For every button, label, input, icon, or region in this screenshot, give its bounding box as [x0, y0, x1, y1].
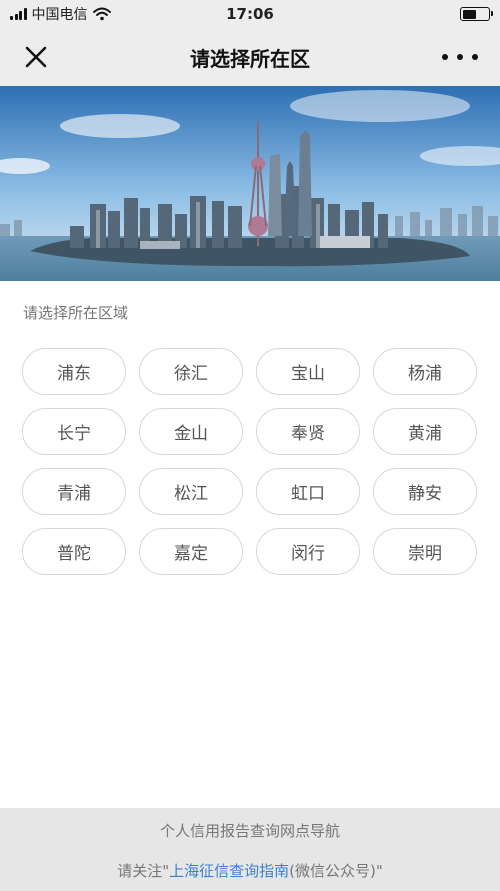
- battery-fill: [462, 9, 477, 19]
- wechat-account-link[interactable]: 上海征信查询指南: [169, 862, 289, 880]
- footer: 个人信用报告查询网点导航 请关注"上海征信查询指南(微信公众号)": [0, 808, 500, 891]
- footer-prefix: 请关注": [117, 862, 170, 880]
- district-button[interactable]: 长宁: [22, 408, 126, 455]
- section-label: 请选择所在区域: [23, 304, 129, 322]
- city-skyline-image: [0, 86, 500, 281]
- carrier-label: 中国电信: [31, 7, 88, 23]
- district-button[interactable]: 奉贤: [256, 408, 360, 455]
- status-time: 17:06: [226, 5, 274, 23]
- district-button[interactable]: 青浦: [22, 468, 126, 515]
- district-grid: 浦东 徐汇 宝山 杨浦长宁 金山 奉贤 黄浦青浦 松江 虹口 静安普陀 嘉定 闵行 崇明: [22, 348, 478, 575]
- footer-title: 个人信用报告查询网点导航: [159, 822, 340, 840]
- district-button[interactable]: 嘉定: [139, 528, 243, 575]
- battery-icon: [460, 7, 493, 21]
- status-bar: 中国电信 17:06: [0, 0, 500, 28]
- district-button[interactable]: 黄浦: [373, 408, 477, 455]
- close-icon[interactable]: [22, 43, 50, 71]
- status-left: 中国电信: [10, 4, 111, 24]
- district-button[interactable]: 闵行: [256, 528, 360, 575]
- district-button[interactable]: 虹口: [256, 468, 360, 515]
- district-button[interactable]: 松江: [139, 468, 243, 515]
- district-button[interactable]: 普陀: [22, 528, 126, 575]
- page-title: 请选择所在区: [190, 46, 310, 71]
- district-button[interactable]: 宝山: [256, 348, 360, 395]
- district-button[interactable]: 徐汇: [139, 348, 243, 395]
- district-button[interactable]: 金山: [139, 408, 243, 455]
- wifi-icon: [92, 7, 111, 21]
- district-button[interactable]: 杨浦: [373, 348, 477, 395]
- district-button[interactable]: 浦东: [22, 348, 126, 395]
- more-icon[interactable]: [442, 43, 478, 71]
- footer-suffix: (微信公众号)": [289, 862, 383, 880]
- district-button[interactable]: 崇明: [373, 528, 477, 575]
- district-button[interactable]: 静安: [373, 468, 477, 515]
- signal-icon: [10, 8, 27, 20]
- nav-bar: 请选择所在区: [0, 28, 500, 86]
- footer-follow-text: 请关注"上海征信查询指南(微信公众号)": [0, 860, 500, 881]
